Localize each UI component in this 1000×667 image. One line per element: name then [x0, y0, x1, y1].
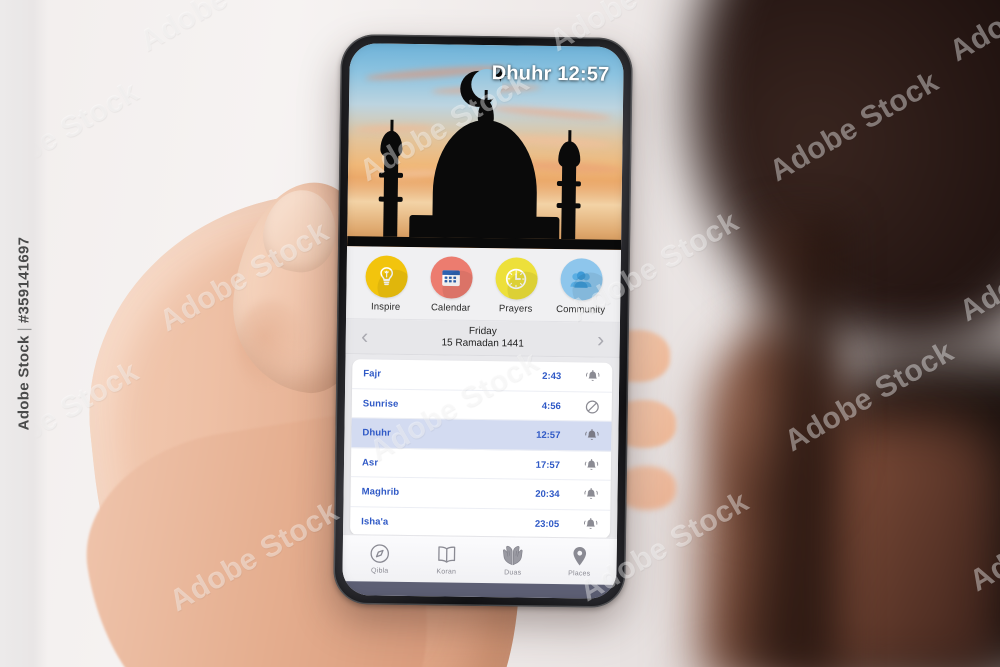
- blurred-jaw-edge: [660, 220, 840, 667]
- prayer-time: 2:43: [542, 370, 562, 383]
- quick-action-label: Inspire: [370, 301, 401, 313]
- minaret-right: [556, 161, 581, 240]
- bell-ringing-icon[interactable]: [559, 486, 599, 504]
- prayer-name: Maghrib: [361, 486, 400, 498]
- map-pin-icon: [573, 546, 586, 566]
- date-hijri-label: 15 Ramadan 1441: [441, 337, 524, 350]
- open-book-icon: [437, 546, 456, 563]
- mosque-dome: [432, 119, 538, 239]
- praying-hands-icon: [503, 545, 523, 566]
- prayer-time: 17:57: [535, 459, 561, 471]
- table-row[interactable]: Sunrise 4:56: [351, 389, 613, 423]
- next-day-button[interactable]: ›: [588, 328, 614, 351]
- bell-ringing-icon[interactable]: [560, 427, 600, 445]
- mosque-silhouette: [347, 86, 623, 240]
- bottom-navigation-bar: Qibla Koran Duas Places: [342, 534, 617, 585]
- prayer-name: Isha'a: [361, 515, 389, 528]
- prayer-name: Dhuhr: [362, 427, 391, 439]
- prayer-name: Asr: [361, 456, 379, 469]
- stock-id-sidebar: Adobe Stock | #359141697: [0, 0, 48, 667]
- hero-banner: ✦ Dhuhr 12:57: [347, 43, 624, 250]
- bell-ringing-icon[interactable]: [559, 516, 599, 534]
- nav-label: Koran: [436, 568, 457, 576]
- date-navigation-bar: ‹ Friday 15 Ramadan 1441 ›: [345, 319, 620, 359]
- prayer-time: 4:56: [541, 400, 561, 412]
- prayers-icon-circle: [494, 257, 538, 300]
- phone-screen: ✦ Dhuhr 12:57 Inspire Calendar Prayers C…: [342, 43, 624, 599]
- nav-item-places[interactable]: Places: [546, 544, 613, 578]
- quick-action-inspire[interactable]: Inspire: [353, 255, 419, 313]
- prayer-time: 20:34: [535, 488, 560, 501]
- quick-action-prayers[interactable]: Prayers: [483, 257, 549, 315]
- current-date: Friday 15 Ramadan 1441: [378, 325, 588, 352]
- nav-label: Duas: [504, 569, 522, 577]
- table-row[interactable]: Isha'a 23:05: [350, 507, 610, 538]
- smartphone: ✦ Dhuhr 12:57 Inspire Calendar Prayers C…: [333, 33, 633, 609]
- nav-label: Qibla: [371, 567, 389, 575]
- minaret-left: [378, 150, 404, 237]
- prayer-times-card: Fajr 2:43 Sunrise 4:56 Dhuhr 12:57 Asr 1…: [349, 359, 613, 538]
- quick-action-community[interactable]: Community: [548, 258, 614, 316]
- quick-actions-row: Inspire Calendar Prayers Community: [346, 246, 622, 323]
- stock-asset-id: #359141697: [15, 236, 33, 324]
- bell-ringing-icon[interactable]: [561, 368, 601, 386]
- prayer-name: Sunrise: [362, 397, 399, 410]
- quick-action-label: Prayers: [498, 303, 533, 315]
- compass-icon: [370, 544, 390, 563]
- previous-day-button[interactable]: ‹: [352, 325, 378, 348]
- nav-item-duas[interactable]: Duas: [479, 543, 546, 577]
- table-row[interactable]: Asr 17:57: [350, 448, 612, 482]
- dome-spike: [484, 90, 488, 105]
- bell-ringing-icon[interactable]: [560, 457, 600, 475]
- nav-item-qibla[interactable]: Qibla: [346, 541, 413, 575]
- no-alarm-icon[interactable]: [561, 398, 601, 416]
- nav-label: Places: [568, 570, 591, 578]
- inspire-icon-circle: [364, 255, 408, 298]
- home-indicator-band: [342, 581, 617, 599]
- prayer-time: 12:57: [536, 429, 561, 442]
- prayer-times-list: Fajr 2:43 Sunrise 4:56 Dhuhr 12:57 Asr 1…: [343, 354, 620, 538]
- community-icon-circle: [559, 258, 603, 301]
- stock-separator: |: [15, 327, 33, 332]
- prayer-name: Fajr: [363, 368, 382, 380]
- table-row[interactable]: Fajr 2:43: [352, 359, 613, 393]
- quick-action-label: Calendar: [430, 302, 471, 314]
- prayer-time: 23:05: [534, 518, 560, 530]
- calendar-icon-circle: [429, 256, 473, 299]
- quick-action-calendar[interactable]: Calendar: [418, 256, 484, 314]
- quick-action-label: Community: [556, 304, 606, 316]
- photo-scene: ✦ Dhuhr 12:57 Inspire Calendar Prayers C…: [0, 0, 1000, 667]
- nav-item-koran[interactable]: Koran: [413, 542, 480, 576]
- current-prayer-title: Dhuhr 12:57: [491, 62, 610, 86]
- table-row[interactable]: Dhuhr 12:57: [351, 418, 612, 452]
- stock-brand: Adobe Stock: [15, 335, 33, 431]
- thumb-knuckle: [236, 300, 306, 390]
- table-row[interactable]: Maghrib 20:34: [350, 477, 611, 511]
